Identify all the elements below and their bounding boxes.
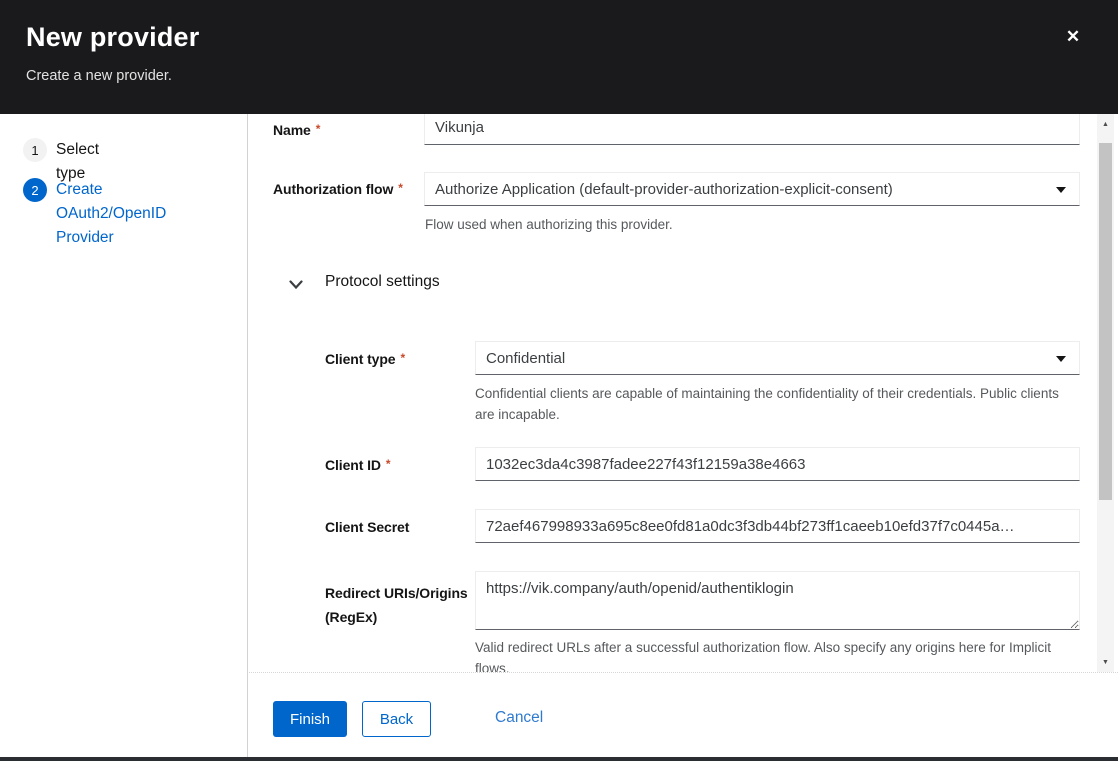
- form-scroll-area: Name* Authorization flow* Authorize Appl…: [249, 114, 1097, 672]
- wizard-sidebar: 1 Select type 2 Create OAuth2/OpenID Pro…: [0, 114, 248, 757]
- modal-header: New provider Create a new provider. ✕: [0, 0, 1118, 114]
- client-secret-label: Client Secret: [325, 519, 409, 535]
- authorization-flow-select[interactable]: Authorize Application (default-provider-…: [424, 172, 1080, 206]
- background-edge: [0, 757, 1118, 761]
- step-number-badge: 1: [23, 138, 47, 162]
- authorization-flow-label: Authorization flow*: [273, 181, 403, 197]
- finish-button[interactable]: Finish: [273, 701, 347, 737]
- protocol-settings-title: Protocol settings: [325, 273, 440, 291]
- name-input[interactable]: [424, 114, 1080, 145]
- scrollbar-thumb[interactable]: [1099, 143, 1112, 500]
- cancel-button[interactable]: Cancel: [495, 709, 543, 727]
- close-icon[interactable]: ✕: [1058, 22, 1088, 52]
- scroll-down-icon[interactable]: ▼: [1097, 654, 1114, 670]
- scroll-up-icon[interactable]: ▲: [1097, 116, 1114, 132]
- client-type-help: Confidential clients are capable of main…: [475, 383, 1063, 425]
- client-type-value: Confidential: [486, 350, 565, 367]
- back-button[interactable]: Back: [362, 701, 431, 737]
- modal-footer: Finish Back Cancel: [249, 672, 1118, 757]
- required-asterisk: *: [386, 457, 391, 471]
- caret-down-icon: [1056, 356, 1066, 362]
- protocol-settings-toggle[interactable]: Protocol settings: [283, 269, 683, 299]
- client-id-input[interactable]: [475, 447, 1080, 481]
- required-asterisk: *: [400, 351, 405, 365]
- client-type-label: Client type*: [325, 351, 405, 367]
- client-secret-input[interactable]: [475, 509, 1080, 543]
- authorization-flow-value: Authorize Application (default-provider-…: [435, 181, 893, 198]
- new-provider-modal: New provider Create a new provider. ✕ 1 …: [0, 0, 1118, 761]
- client-id-label: Client ID*: [325, 457, 390, 473]
- wizard-step-label: Create OAuth2/OpenID Provider: [56, 178, 178, 250]
- step-number-badge: 2: [23, 178, 47, 202]
- page-title: New provider: [26, 22, 199, 53]
- redirect-uris-help: Valid redirect URLs after a successful a…: [475, 637, 1077, 672]
- redirect-uris-label: Redirect URIs/Origins (RegEx): [325, 581, 495, 629]
- redirect-uris-textarea[interactable]: https://vik.company/auth/openid/authenti…: [475, 571, 1080, 630]
- required-asterisk: *: [316, 122, 321, 136]
- caret-down-icon: [1056, 187, 1066, 193]
- modal-subtitle: Create a new provider.: [26, 68, 172, 84]
- vertical-scrollbar: ▲ ▼: [1097, 114, 1114, 672]
- authorization-flow-help: Flow used when authorizing this provider…: [425, 214, 673, 235]
- client-type-select[interactable]: Confidential: [475, 341, 1080, 375]
- chevron-down-icon: [289, 278, 303, 293]
- required-asterisk: *: [398, 181, 403, 195]
- name-label: Name*: [273, 122, 320, 138]
